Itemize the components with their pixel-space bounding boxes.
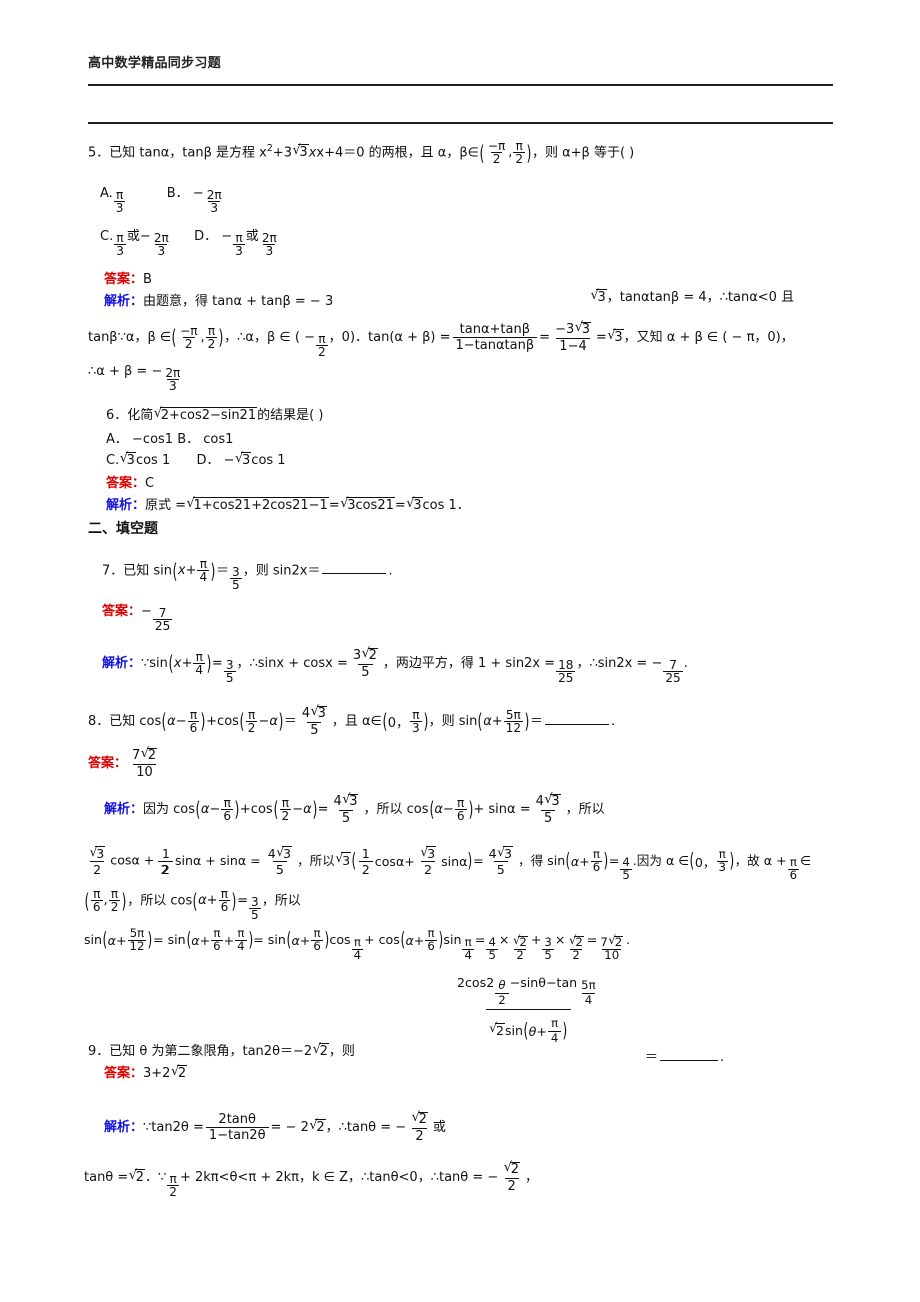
question-7-stem: 7．已知 sin(x+ π 4) ＝ 3 5 ，则 sin2x＝. <box>102 557 393 593</box>
question-8-analysis-line3: (π 6, π 2) ，所以 cos(α+ π 6) = 3 5 ，所以 <box>84 887 301 923</box>
sqrt-expr-icon: 2+cos2−sin21 <box>154 406 258 423</box>
question-5-answer: 答案：B <box>104 272 152 287</box>
question-5-stem: 5．已知 tanα，tanβ 是方程 x2+33xx+4＝0 的两根，且 α，β… <box>88 140 634 166</box>
sqrt-3-icon: 3 <box>292 143 309 160</box>
question-9-display-fraction: 2cos2θ2−sinθ−tan5π4 2sin(θ+π4) <box>452 976 605 1045</box>
header-rule-top <box>88 84 833 86</box>
answer-blank[interactable] <box>544 712 609 726</box>
question-8-analysis-line2: 32cosα ++212sinα + sinα =435，所以3(12cosα+… <box>84 845 827 882</box>
answer-label: 答案： <box>104 272 144 287</box>
question-6-stem: 6．化简2+cos2−sin21的结果是( ) <box>106 404 323 423</box>
answer-blank[interactable] <box>660 1048 719 1061</box>
section-heading: 二、填空题 <box>88 521 158 537</box>
question-8-analysis-line4: sin(α+ 5π 12) = sin(α+ π 6 + π 4) = sin(α+ π 6) cos π… <box>84 927 630 962</box>
question-9-analysis-line2: tanθ =2．∵π2+ 2kπ<θ<π + 2kπ，k ∈ Z，∴tanθ<0… <box>84 1161 538 1199</box>
page-header-title: 高中数学精品同步习题 <box>88 56 222 71</box>
answer-blank[interactable] <box>322 561 387 575</box>
question-8-analysis-line1: 解析：因为 cos(α−π6)+cos(π2−α)=435，所以 cos(α−π… <box>104 793 605 825</box>
analysis-label: 解析： <box>104 294 144 309</box>
question-6-analysis: 解析：原式 =1+cos21+2cos21−1=3cos21=3cos 1． <box>106 494 470 513</box>
question-5-analysis-line1b: 3，tanαtanβ = 4，∴tanα<0 且 <box>590 286 794 305</box>
question-6-options-ab: A． −cos1 B． cos1 <box>106 432 234 447</box>
question-5-options-cd: C. π 3 或− 2π 3 D． − π 3 或 2π 3 <box>100 229 277 259</box>
question-9-stem: 9．已知 θ 为第二象限角，tan2θ＝−22，则 <box>88 1040 355 1059</box>
sqrt-3-icon: 3 <box>590 288 607 305</box>
question-6-options-cd: C.3cos 1 D． −3cos 1 <box>106 449 286 468</box>
question-5-options-ab: A. π 3 B． −2π 3 <box>100 186 222 216</box>
question-9-stem-tail: ＝. <box>645 1048 725 1065</box>
question-7-answer: 答案：− 7 25 <box>102 604 173 634</box>
question-5-analysis-line2: tanβ∵α，β ∈(−π 2, π 2) ，∴α，β ∈ ( − π 2 ，0)．tan(α… <box>88 321 794 359</box>
question-8-stem: 8．已知 cos(α−π6)+cos(π2−α)＝435，且 α∈(0，π3)，… <box>88 705 615 737</box>
question-9-analysis-line1: 解析：∵tan2θ =2tanθ1−tan2θ= − 22，∴tanθ = −2… <box>104 1111 446 1143</box>
question-5-analysis-line3: ∴α + β = −2π 3 <box>88 364 181 394</box>
header-rule-bottom <box>88 122 833 124</box>
question-6-answer: 答案：C <box>106 476 155 491</box>
question-9-answer: 答案：3+22 <box>104 1062 188 1081</box>
interval-open: (−π 2, π 2) <box>479 139 532 167</box>
question-8-answer: 答案：7210 <box>88 747 162 779</box>
document-page: 高中数学精品同步习题 5．已知 tanα，tanβ 是方程 x2+33xx+4＝… <box>0 0 920 1302</box>
question-5-analysis-line1: 解析：由题意，得 tanα + tanβ = − 3 <box>104 294 334 309</box>
question-7-analysis: 解析：∵sin(x+π4)=35，∴sinx + cosx =325，两边平方，… <box>102 647 688 685</box>
